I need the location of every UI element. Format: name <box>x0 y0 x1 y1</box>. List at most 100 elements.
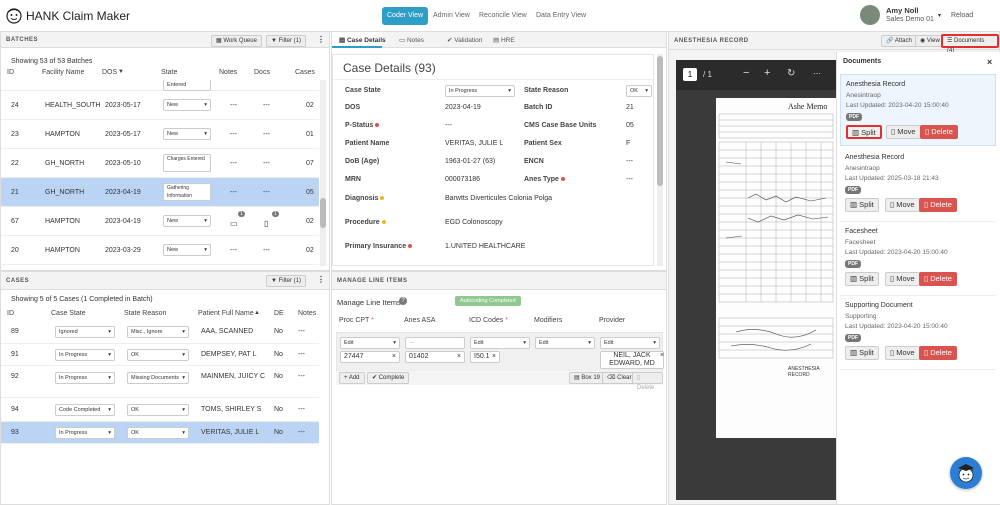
icd-edit-select[interactable]: Edit ▾ <box>470 337 530 349</box>
document-card[interactable]: Anesthesia Record Anesintraop Last Updat… <box>840 150 996 222</box>
document-card-active[interactable]: Anesthesia Record Anesintraop Last Updat… <box>840 74 996 146</box>
state-reason-select[interactable]: Missing Documents ▾ <box>127 372 189 384</box>
case-state-select[interactable]: In Progress ▾ <box>55 349 115 361</box>
split-button[interactable]: ▥ Split <box>846 125 882 139</box>
col-cases[interactable]: Cases <box>295 69 315 76</box>
table-row-selected[interactable]: 21 GH_NORTH 2023-04-19 Gathering Informa… <box>1 178 319 207</box>
attach-button[interactable]: 🔗 Attach <box>881 35 917 47</box>
documents-button[interactable]: ☰ Documents (4) <box>941 34 999 54</box>
batches-filter-button[interactable]: ▼ Filter (1) <box>266 35 306 47</box>
table-row[interactable]: 23 HAMPTON 2023-05-17 New ▾ --- --- 01 <box>1 120 319 149</box>
delete-button[interactable]: ▯ Delete <box>919 272 957 286</box>
table-row[interactable]: 92 In Progress ▾ Missing Documents ▾ MAINM… <box>1 366 319 398</box>
help-icon[interactable]: ? <box>399 297 407 305</box>
state-select[interactable]: Entered <box>163 80 211 91</box>
table-row[interactable]: 94 Code Completed ▾ OK ▾ TOMS, SHIRLEY S N… <box>1 398 319 422</box>
table-row[interactable]: 91 In Progress ▾ OK ▾ DEMPSEY, PAT L No --… <box>1 344 319 366</box>
provider-tag[interactable]: NEIL, JACK EDWARD, MD <box>600 351 664 369</box>
provider-edit-select[interactable]: Edit ▾ <box>600 337 660 349</box>
state-reason-select[interactable]: OK ▾ <box>127 404 189 416</box>
table-row-selected[interactable]: 93 In Progress ▾ OK ▾ VERITAS, JULIE L No … <box>1 422 319 444</box>
delete-line-button[interactable]: ▯ Delete <box>632 372 663 391</box>
batches-menu-icon[interactable]: ⋮ <box>317 35 325 44</box>
asa-input[interactable]: --- <box>405 337 465 349</box>
case-state-select[interactable]: In Progress ▾ <box>55 372 115 384</box>
remove-icon[interactable]: × <box>660 352 664 359</box>
asa-tag[interactable]: 01402 × <box>405 351 465 363</box>
col-de[interactable]: DE <box>274 310 284 317</box>
chevron-down-icon[interactable]: ▾ <box>938 12 941 19</box>
state-select[interactable]: New ▾ <box>163 215 211 227</box>
tab-case-details[interactable]: ▤ Case Details <box>339 36 386 44</box>
col-id[interactable]: ID <box>7 69 14 76</box>
state-reason-select[interactable]: Misc., Ignore ▾ <box>127 326 189 338</box>
assistant-fab[interactable] <box>950 457 982 489</box>
state-reason-select[interactable]: OK ▾ <box>626 85 652 97</box>
table-row[interactable]: 24 HEALTH_SOUTH 2023-05-17 New ▾ --- --- … <box>1 91 319 120</box>
icd-tag[interactable]: I50.1 × <box>470 351 500 363</box>
col-state-reason[interactable]: State Reason <box>124 310 166 317</box>
case-state-select[interactable]: Code Completed ▾ <box>55 404 115 416</box>
zoom-in-icon[interactable]: + <box>764 67 770 79</box>
state-select[interactable]: Charges Entered <box>163 154 211 172</box>
tab-hre[interactable]: ▤ HRE <box>493 36 515 44</box>
work-queue-button[interactable]: ▦ Work Queue <box>211 35 262 47</box>
zoom-out-icon[interactable]: − <box>743 67 749 79</box>
modifiers-select[interactable]: Edit ▾ <box>535 337 595 349</box>
tab-validation[interactable]: ✔ Validation <box>447 36 482 44</box>
state-select[interactable]: New ▾ <box>163 99 211 111</box>
cases-filter-button[interactable]: ▼ Filter (1) <box>266 275 306 287</box>
split-button[interactable]: ▥ Split <box>845 198 879 212</box>
batches-scrollbar[interactable] <box>320 80 326 266</box>
col-dos[interactable]: DOS <box>102 69 117 76</box>
cases-menu-icon[interactable]: ⋮ <box>317 275 325 284</box>
state-select[interactable]: New ▾ <box>163 244 211 256</box>
comment-icon[interactable]: ▭ <box>230 219 238 228</box>
delete-button[interactable]: ▯ Delete <box>920 125 958 139</box>
reload-button[interactable]: Reload <box>951 12 973 19</box>
case-details-scrollbar[interactable] <box>657 54 663 266</box>
table-row[interactable]: 67 HAMPTON 2023-04-19 New ▾ ▭ 1 ▯ 1 02 <box>1 207 319 236</box>
remove-icon[interactable]: × <box>457 352 461 362</box>
remove-icon[interactable]: × <box>392 352 396 362</box>
page-number-input[interactable]: 1 <box>683 68 697 81</box>
box19-button[interactable]: ▤ Box 19 <box>569 372 606 384</box>
delete-button[interactable]: ▯ Delete <box>919 346 957 360</box>
state-select[interactable]: Gathering Information <box>163 183 211 201</box>
table-row[interactable]: Entered <box>1 80 319 91</box>
delete-button[interactable]: ▯ Delete <box>919 198 957 212</box>
case-state-select[interactable]: In Progress ▾ <box>445 85 515 97</box>
nav-reconcile-view[interactable]: Reconcile View <box>474 7 532 25</box>
cpt-tag[interactable]: 27447 × <box>340 351 400 363</box>
add-line-button[interactable]: + Add <box>339 372 365 384</box>
move-button[interactable]: ▯ Move <box>885 198 920 212</box>
split-button[interactable]: ▥ Split <box>845 272 879 286</box>
avatar[interactable] <box>860 5 880 25</box>
complete-button[interactable]: ✔ Complete <box>367 372 410 384</box>
nav-coder-view[interactable]: Coder View <box>382 7 429 25</box>
table-row[interactable]: 89 Ignored ▾ Misc., Ignore ▾ AAA, SCANNED … <box>1 320 319 344</box>
col-facility[interactable]: Facility Name <box>42 69 84 76</box>
document-card[interactable]: Facesheet Facesheet Last Updated: 2023-0… <box>840 224 996 296</box>
case-state-select[interactable]: In Progress ▾ <box>55 427 115 439</box>
cpt-edit-select[interactable]: Edit ▾ <box>340 337 400 349</box>
col-state[interactable]: State <box>161 69 177 76</box>
table-row[interactable]: 20 HAMPTON 2023-03-29 New ▾ --- --- 02 <box>1 236 319 265</box>
col-notes[interactable]: Notes <box>219 69 237 76</box>
col-patient-name[interactable]: Patient Full Name <box>198 310 254 317</box>
remove-icon[interactable]: × <box>492 352 496 362</box>
col-id[interactable]: ID <box>7 310 14 317</box>
move-button[interactable]: ▯ Move <box>885 346 920 360</box>
tab-notes[interactable]: ▭ Notes <box>399 36 424 44</box>
move-button[interactable]: ▯ Move <box>886 125 921 139</box>
split-button[interactable]: ▥ Split <box>845 346 879 360</box>
document-icon[interactable]: ▯ <box>264 219 268 228</box>
more-options-icon[interactable]: ⋯ <box>813 69 821 78</box>
state-reason-select[interactable]: OK ▾ <box>127 427 189 439</box>
move-button[interactable]: ▯ Move <box>885 272 920 286</box>
col-docs[interactable]: Docs <box>254 69 270 76</box>
nav-data-entry-view[interactable]: Data Entry View <box>531 7 591 25</box>
nav-admin-view[interactable]: Admin View <box>428 7 475 25</box>
state-reason-select[interactable]: OK ▾ <box>127 349 189 361</box>
close-icon[interactable]: × <box>987 57 992 67</box>
